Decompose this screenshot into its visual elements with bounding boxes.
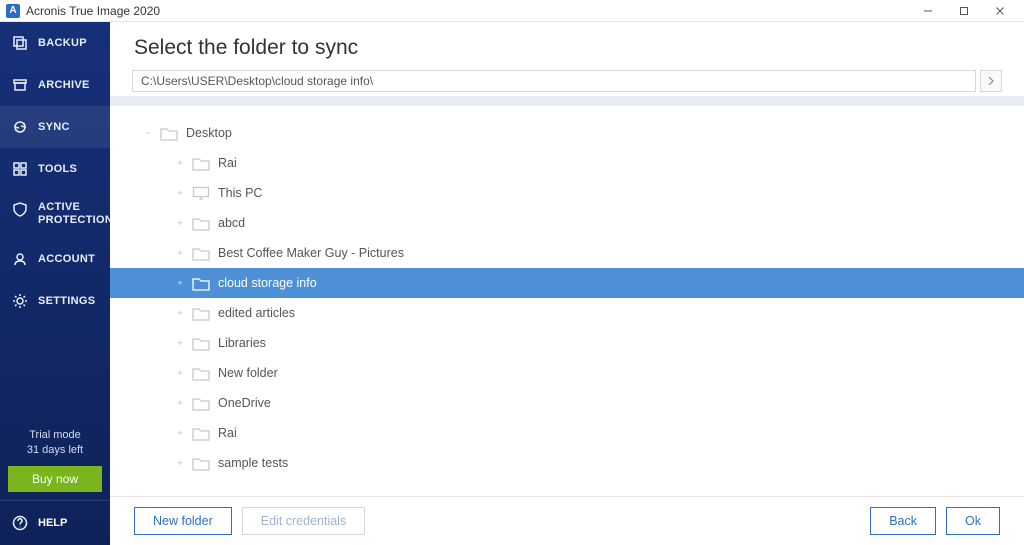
tree-item-label: sample tests: [218, 456, 288, 470]
tree-item-label: OneDrive: [218, 396, 271, 410]
tree-item-label: edited articles: [218, 306, 295, 320]
sidebar-item-account[interactable]: ACCOUNT: [0, 238, 110, 280]
sidebar: BACKUP ARCHIVE SYNC TOOLS: [0, 22, 110, 545]
archive-icon: [12, 77, 28, 93]
tree-expando[interactable]: +: [174, 308, 186, 318]
window-close-button[interactable]: [982, 0, 1018, 22]
sidebar-item-sync[interactable]: SYNC: [0, 106, 110, 148]
back-button[interactable]: Back: [870, 507, 936, 535]
page-title: Select the folder to sync: [134, 36, 1000, 60]
sidebar-item-label: SYNC: [38, 121, 70, 133]
tree-row[interactable]: + New folder: [110, 358, 1024, 388]
tree-row[interactable]: + abcd: [110, 208, 1024, 238]
tree-item-label: Best Coffee Maker Guy - Pictures: [218, 246, 404, 260]
tree-row[interactable]: + Best Coffee Maker Guy - Pictures: [110, 238, 1024, 268]
sidebar-item-label: BACKUP: [38, 37, 87, 49]
folder-icon: [192, 306, 210, 321]
folder-icon: [192, 366, 210, 381]
tree-expando[interactable]: +: [174, 218, 186, 228]
tree-expando[interactable]: +: [174, 188, 186, 198]
ok-button[interactable]: Ok: [946, 507, 1000, 535]
tree-item-label: cloud storage info: [218, 276, 317, 290]
folder-icon: [192, 216, 210, 231]
sidebar-item-label: ARCHIVE: [38, 79, 90, 91]
tree-expando[interactable]: +: [174, 248, 186, 258]
tree-expando[interactable]: +: [174, 338, 186, 348]
tree-item-label: Libraries: [218, 336, 266, 350]
tools-icon: [12, 161, 28, 177]
help-icon: [12, 515, 28, 531]
monitor-icon: [192, 186, 210, 201]
sidebar-item-backup[interactable]: BACKUP: [0, 22, 110, 64]
backup-icon: [12, 35, 28, 51]
sidebar-item-help[interactable]: HELP: [0, 500, 110, 545]
folder-icon: [192, 336, 210, 351]
sidebar-item-label-line1: ACTIVE: [38, 201, 113, 214]
app-icon: A: [6, 4, 20, 18]
tree-expando[interactable]: +: [174, 278, 186, 288]
sidebar-item-label: ACCOUNT: [38, 253, 95, 265]
tree-expando[interactable]: +: [174, 428, 186, 438]
tree-item-label: Desktop: [186, 126, 232, 140]
edit-credentials-button: Edit credentials: [242, 507, 365, 535]
folder-icon: [192, 246, 210, 261]
folder-icon: [192, 456, 210, 471]
tree-item-label: New folder: [218, 366, 278, 380]
tree-row[interactable]: + Rai: [110, 418, 1024, 448]
trial-status: Trial mode 31 days left: [0, 424, 110, 460]
tree-expando[interactable]: +: [174, 158, 186, 168]
tree-row[interactable]: + sample tests: [110, 448, 1024, 478]
tree-item-label: Rai: [218, 426, 237, 440]
folder-icon: [192, 156, 210, 171]
trial-mode-label: Trial mode: [0, 428, 110, 443]
buy-now-button[interactable]: Buy now: [8, 466, 102, 492]
tree-row[interactable]: + Rai: [110, 148, 1024, 178]
path-input[interactable]: [132, 70, 976, 92]
tree-row[interactable]: + OneDrive: [110, 388, 1024, 418]
path-go-button[interactable]: [980, 70, 1002, 92]
folder-icon: [160, 126, 178, 141]
window-maximize-button[interactable]: [946, 0, 982, 22]
tree-expando[interactable]: −: [142, 128, 154, 138]
tree-item-label: This PC: [218, 186, 262, 200]
tree-row[interactable]: + Libraries: [110, 328, 1024, 358]
tree-expando[interactable]: +: [174, 368, 186, 378]
sidebar-item-settings[interactable]: SETTINGS: [0, 280, 110, 322]
tree-expando[interactable]: +: [174, 458, 186, 468]
sidebar-item-label: SETTINGS: [38, 295, 95, 307]
folder-tree[interactable]: − Desktop + Rai + This PC + abcd + Best Coffee Ma…: [110, 96, 1024, 496]
sync-icon: [12, 119, 28, 135]
trial-days-left: 31 days left: [0, 443, 110, 458]
sidebar-item-label: HELP: [38, 517, 67, 529]
shield-icon: [12, 201, 28, 217]
tree-expando[interactable]: +: [174, 398, 186, 408]
sidebar-item-label: TOOLS: [38, 163, 77, 175]
tree-item-label: abcd: [218, 216, 245, 230]
sidebar-item-active-protection[interactable]: ACTIVE PROTECTION: [0, 190, 110, 238]
new-folder-button[interactable]: New folder: [134, 507, 232, 535]
window-titlebar: A Acronis True Image 2020: [0, 0, 1024, 22]
tree-item-label: Rai: [218, 156, 237, 170]
sidebar-item-archive[interactable]: ARCHIVE: [0, 64, 110, 106]
window-title: Acronis True Image 2020: [26, 4, 160, 18]
folder-icon: [192, 426, 210, 441]
gear-icon: [12, 293, 28, 309]
folder-icon: [192, 396, 210, 411]
tree-row[interactable]: − Desktop: [110, 118, 1024, 148]
account-icon: [12, 251, 28, 267]
sidebar-item-tools[interactable]: TOOLS: [0, 148, 110, 190]
folder-icon: [192, 276, 210, 291]
window-minimize-button[interactable]: [910, 0, 946, 22]
tree-row[interactable]: + edited articles: [110, 298, 1024, 328]
tree-row[interactable]: + This PC: [110, 178, 1024, 208]
sidebar-item-label-line2: PROTECTION: [38, 214, 113, 227]
tree-row[interactable]: + cloud storage info: [110, 268, 1024, 298]
